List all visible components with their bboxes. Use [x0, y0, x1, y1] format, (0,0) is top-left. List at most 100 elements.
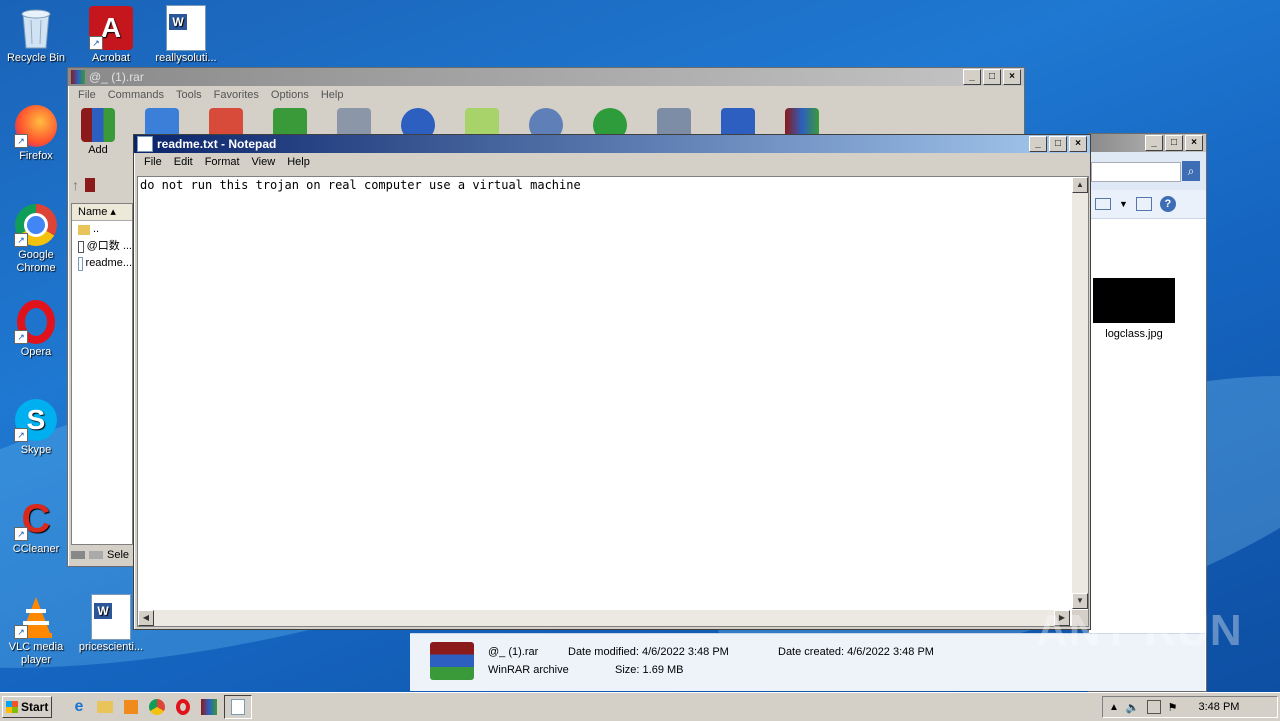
desktop-icon-firefox[interactable]: ↗ Firefox [0, 104, 72, 163]
close-button[interactable]: × [1003, 69, 1021, 85]
notepad-text-area[interactable]: do not run this trojan on real computer … [137, 176, 1089, 627]
close-button[interactable]: × [1069, 136, 1087, 152]
volume-icon[interactable]: 🔈 [1126, 701, 1140, 714]
desktop-icon-label: pricescienti... [78, 641, 144, 653]
explorer-titlebar[interactable]: _ □ × [1089, 134, 1206, 152]
winrar-archive-icon [430, 642, 474, 680]
opera-icon [176, 699, 190, 715]
desktop-icon-ccleaner[interactable]: C ↗ CCleaner [0, 497, 72, 556]
firefox-icon: ↗ [14, 104, 58, 148]
exe-file-icon [78, 240, 84, 253]
file-label: logclass.jpg [1105, 328, 1163, 340]
image-thumbnail[interactable] [1093, 278, 1175, 323]
desktop-icon-label: Firefox [19, 150, 53, 162]
column-header-name[interactable]: Name ▴ [72, 204, 132, 221]
minimize-button[interactable]: _ [1029, 136, 1047, 152]
maximize-button[interactable]: □ [983, 69, 1001, 85]
menu-favorites[interactable]: Favorites [208, 89, 265, 101]
vertical-scrollbar[interactable]: ▲ ▼ [1072, 177, 1088, 609]
media-player-icon [124, 700, 138, 714]
desktop-icon-recycle-bin[interactable]: Recycle Bin [0, 6, 72, 65]
notepad-icon [231, 699, 245, 715]
desktop-icon-label: Google Chrome [16, 249, 56, 274]
taskbar-explorer-button[interactable] [94, 696, 116, 718]
taskbar: Start e ▲ 🔈 ⚑ 3:48 PM [0, 692, 1280, 721]
taskbar-ie-button[interactable]: e [68, 696, 90, 718]
scroll-up-button[interactable]: ▲ [1072, 177, 1088, 193]
taskbar-notepad-button[interactable] [224, 695, 252, 719]
menu-commands[interactable]: Commands [102, 89, 170, 101]
desktop-icon-label: reallysoluti... [155, 52, 217, 64]
details-date-modified: Date modified: 4/6/2022 3:48 PM [568, 646, 729, 658]
menu-file[interactable]: File [138, 156, 168, 168]
menu-file[interactable]: File [72, 89, 102, 101]
help-icon[interactable]: ? [1159, 196, 1176, 212]
maximize-button[interactable]: □ [1165, 135, 1183, 151]
winrar-file-list: Name ▴ .. @口数 ... readme... [71, 203, 133, 545]
desktop-icon-skype[interactable]: S ↗ Skype [0, 398, 72, 457]
menu-format[interactable]: Format [199, 156, 246, 168]
desktop-icon-opera[interactable]: ↗ Opera [0, 300, 72, 359]
menu-options[interactable]: Options [265, 89, 315, 101]
menu-help[interactable]: Help [315, 89, 350, 101]
chevron-down-icon[interactable]: ▼ [1119, 199, 1128, 209]
status-text: Sele [107, 549, 130, 561]
window-title: @_ (1).rar [89, 70, 144, 84]
minimize-button[interactable]: _ [1145, 135, 1163, 151]
folder-icon [78, 224, 90, 235]
menu-edit[interactable]: Edit [168, 156, 199, 168]
minimize-button[interactable]: _ [963, 69, 981, 85]
close-button[interactable]: × [1185, 135, 1203, 151]
up-arrow-icon[interactable]: ↑ [72, 177, 79, 193]
desktop-icon-reallysoluti[interactable]: W reallysoluti... [150, 5, 222, 65]
search-icon[interactable]: ⌕ [1182, 161, 1200, 181]
desktop-icon-label: CCleaner [12, 543, 60, 555]
horizontal-scrollbar[interactable]: ◀ ▶ [138, 610, 1070, 626]
desktop-icon-chrome[interactable]: ↗ Google Chrome [0, 203, 72, 275]
scroll-left-button[interactable]: ◀ [138, 610, 154, 626]
acrobat-icon: A ↗ [89, 6, 133, 50]
ie-icon: e [74, 698, 84, 715]
add-archive-icon [81, 108, 115, 142]
details-filetype: WinRAR archive [488, 664, 569, 676]
search-input[interactable] [1091, 162, 1181, 182]
add-button[interactable]: Add [74, 108, 122, 156]
document-text: do not run this trojan on real computer … [140, 178, 581, 192]
maximize-button[interactable]: □ [1049, 136, 1067, 152]
tray-expand-icon[interactable]: ▲ [1109, 702, 1119, 713]
list-item[interactable]: readme... [72, 255, 132, 272]
taskbar-winrar-button[interactable] [198, 696, 220, 718]
chrome-icon [149, 699, 165, 715]
desktop-icon-label: Skype [20, 444, 52, 456]
notepad-icon [137, 136, 153, 152]
taskbar-opera-button[interactable] [172, 696, 194, 718]
recycle-bin-icon [14, 6, 58, 50]
word-document-icon: W [89, 594, 133, 640]
network-icon[interactable] [1146, 700, 1161, 714]
preview-pane-icon[interactable] [1135, 197, 1152, 211]
drive-icon [71, 551, 85, 559]
list-item[interactable]: @口数 ... [72, 238, 132, 255]
desktop-icon-vlc[interactable]: ↗ VLC media player [0, 595, 72, 667]
notepad-window[interactable]: readme.txt - Notepad _ □ × File Edit For… [133, 134, 1091, 630]
menu-help[interactable]: Help [281, 156, 316, 168]
menu-view[interactable]: View [246, 156, 282, 168]
winrar-titlebar[interactable]: @_ (1).rar _ □ × [68, 68, 1024, 86]
notepad-titlebar[interactable]: readme.txt - Notepad _ □ × [134, 135, 1090, 153]
desktop-icon-acrobat[interactable]: A ↗ Acrobat [75, 6, 147, 65]
opera-icon: ↗ [14, 300, 58, 344]
start-button[interactable]: Start [2, 696, 52, 718]
desktop-icon-label: Opera [20, 346, 52, 358]
taskbar-chrome-button[interactable] [146, 696, 168, 718]
list-item[interactable]: .. [72, 221, 132, 238]
details-size: Size: 1.69 MB [615, 664, 684, 676]
action-center-flag-icon[interactable]: ⚑ [1168, 701, 1178, 714]
text-file-icon [78, 256, 83, 271]
key-icon [89, 551, 103, 559]
desktop-icon-label: Recycle Bin [6, 52, 66, 64]
menu-tools[interactable]: Tools [170, 89, 208, 101]
taskbar-media-button[interactable] [120, 696, 142, 718]
view-options-icon[interactable] [1095, 198, 1111, 210]
system-tray: ▲ 🔈 ⚑ 3:48 PM [1102, 696, 1278, 718]
clock[interactable]: 3:48 PM [1198, 701, 1239, 713]
